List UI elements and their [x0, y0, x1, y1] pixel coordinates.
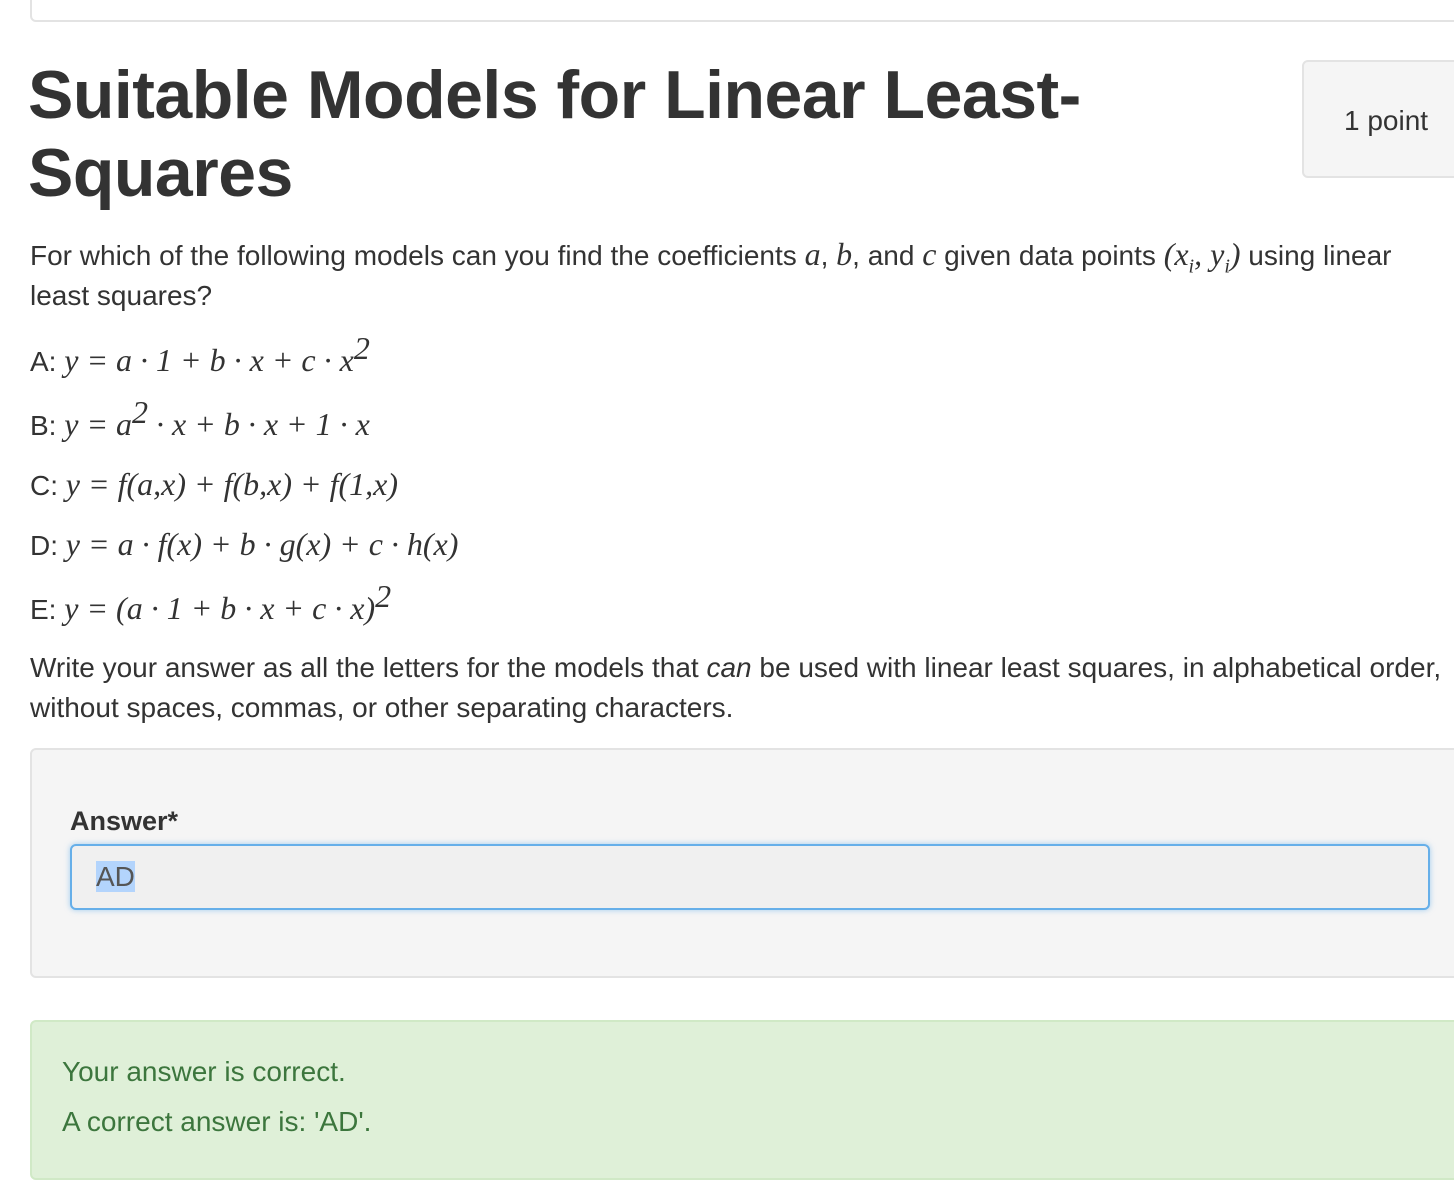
- feedback-alert: Your answer is correct. A correct answer…: [30, 1020, 1454, 1180]
- prompt-text-1: For which of the following models can yo…: [30, 240, 805, 271]
- points-badge: 1 point: [1302, 60, 1454, 178]
- question-prompt: For which of the following models can yo…: [30, 236, 1392, 311]
- answer-label: Answer*: [70, 806, 179, 836]
- symbol-b: b: [836, 236, 853, 272]
- answer-instructions: Write your answer as all the letters for…: [30, 652, 1442, 723]
- option-b: B: y = a2 · x + b · x + 1 · x: [30, 393, 370, 442]
- option-d: D: y = a · f(x) + b · g(x) + c · h(x): [30, 526, 459, 562]
- option-a: A: y = a · 1 + b · x + c · x2: [30, 329, 370, 378]
- prompt-text-2: given data points: [936, 240, 1164, 271]
- answer-panel: Answer* AD: [30, 748, 1454, 978]
- prompt-and: , and: [852, 240, 923, 271]
- previous-question-card: [30, 0, 1454, 22]
- emphasis-can: can: [706, 652, 752, 683]
- answer-value: AD: [96, 861, 135, 892]
- feedback-correct-answer: A correct answer is: 'AD'.: [62, 1106, 372, 1137]
- option-c: C: y = f(a,x) + f(b,x) + f(1,x): [30, 466, 398, 502]
- symbol-c: c: [922, 236, 937, 272]
- question-title: Suitable Models for Linear Least-Squares: [28, 57, 1081, 211]
- feedback-status: Your answer is correct.: [62, 1056, 346, 1087]
- data-points-math: (xi, yi): [1163, 236, 1241, 278]
- symbol-a: a: [804, 236, 821, 272]
- answer-input[interactable]: AD: [70, 844, 1430, 910]
- option-e: E: y = (a · 1 + b · x + c · x)2: [30, 577, 392, 626]
